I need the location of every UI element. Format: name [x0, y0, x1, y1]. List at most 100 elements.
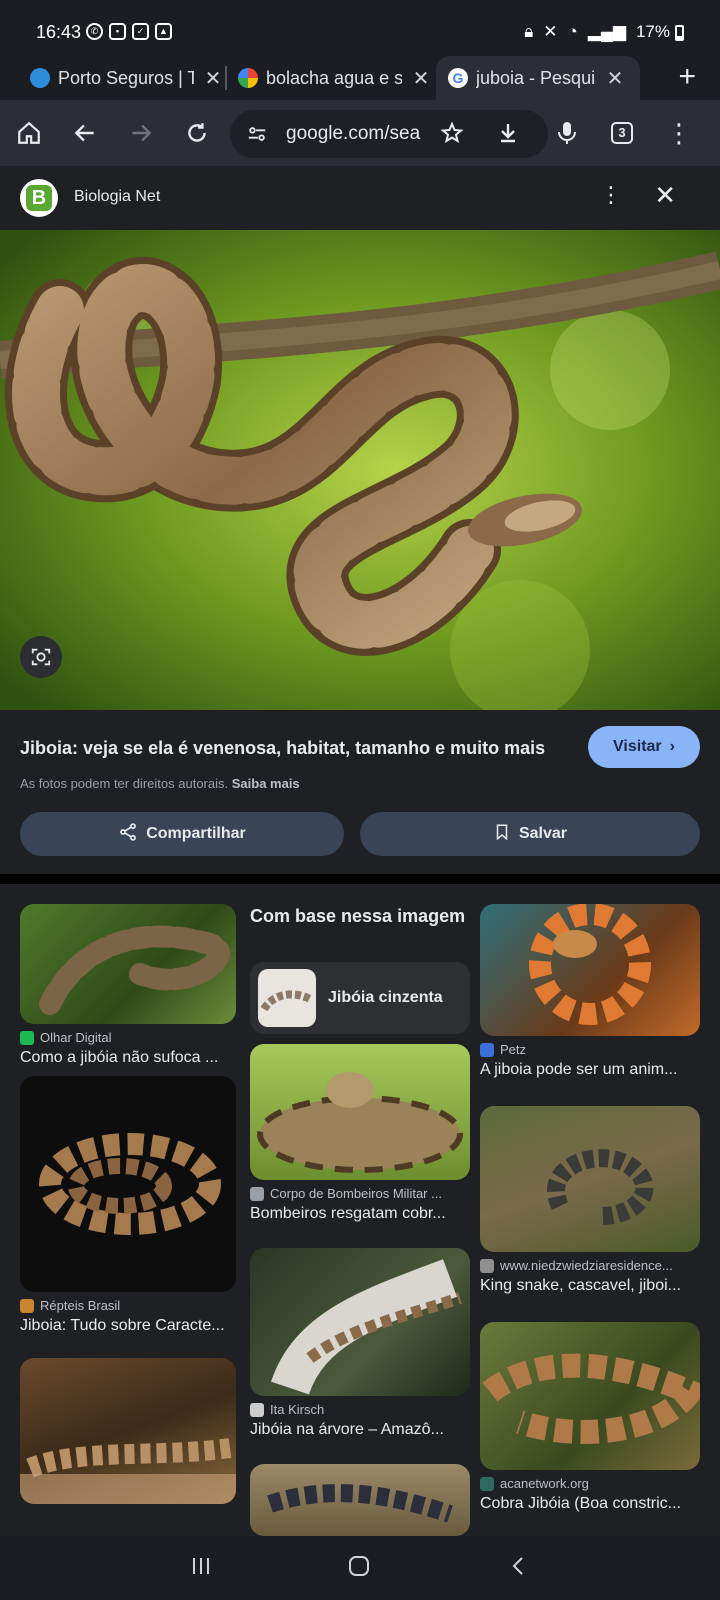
gallery-icon: ▲	[155, 23, 172, 40]
back-icon[interactable]	[70, 118, 100, 148]
tab-title: Porto Seguros | Tí	[58, 67, 194, 88]
tab-title: juboia - Pesquisa	[476, 67, 596, 88]
result-title: King snake, cascavel, jiboi...	[480, 1277, 681, 1294]
check-icon: ✓	[132, 23, 149, 40]
system-navigation-bar	[0, 1536, 720, 1600]
result-thumbnail[interactable]	[250, 1248, 470, 1396]
snake-main-image[interactable]	[0, 230, 720, 710]
result-card[interactable]: Répteis Brasil Jiboia: Tudo sobre Caract…	[20, 1076, 236, 1335]
close-tab-icon[interactable]: ✕	[202, 66, 224, 91]
result-card[interactable]: Corpo de Bombeiros Militar ... Bombeiros…	[250, 1044, 470, 1223]
site-favicon-icon	[480, 1042, 494, 1057]
result-thumbnail[interactable]	[250, 1464, 470, 1536]
result-source: Petz	[480, 1042, 700, 1057]
result-card[interactable]: www.niedzwiedziaresidence... King snake,…	[480, 1106, 700, 1295]
notification-icon: ▪	[109, 23, 126, 40]
chip-label: Jibóia cinzenta	[328, 989, 443, 1006]
result-source: www.niedzwiedziaresidence...	[480, 1258, 700, 1273]
back-nav-icon[interactable]	[508, 1552, 530, 1584]
result-source: Ita Kirsch	[250, 1402, 470, 1417]
result-source: acanetwork.org	[480, 1476, 700, 1491]
learn-more-link[interactable]: Saiba mais	[232, 776, 300, 791]
visit-button[interactable]: Visitar ›	[588, 726, 700, 768]
tab-bolacha[interactable]: bolacha agua e sa ✕	[238, 56, 432, 100]
whatsapp-icon: ✆	[86, 23, 103, 40]
image-caption[interactable]: Jiboia: veja se ela é venenosa, habitat,…	[20, 738, 580, 759]
site-favicon-icon	[250, 1402, 264, 1417]
chevron-right-icon: ›	[669, 738, 675, 755]
result-card[interactable]: Olhar Digital Como a jibóia não sufoca .…	[20, 904, 236, 1067]
site-favicon-icon	[20, 1030, 34, 1045]
result-title: A jiboia pode ser um anim...	[480, 1061, 678, 1078]
result-card[interactable]: Petz A jiboia pode ser um anim...	[480, 904, 700, 1079]
status-left-icons: ✆ ▪ ✓ ▲	[86, 23, 172, 40]
lock-icon: 🔒︎	[524, 22, 534, 41]
result-thumbnail[interactable]	[20, 1358, 236, 1504]
result-source: Répteis Brasil	[20, 1298, 236, 1313]
result-title: Jiboia: Tudo sobre Caracte...	[20, 1317, 225, 1334]
save-button[interactable]: Salvar	[360, 812, 700, 856]
site-favicon-icon	[250, 1186, 264, 1201]
tab-switcher-button[interactable]: 3	[607, 118, 637, 148]
site-settings-icon[interactable]	[246, 123, 268, 150]
chip-thumbnail	[258, 969, 316, 1027]
browser-toolbar: google.com/sea 3 ⋮	[0, 100, 720, 166]
image-viewer-panel: B Biologia Net ⋮ ✕	[0, 166, 720, 876]
result-thumbnail[interactable]	[250, 1044, 470, 1180]
status-time: 16:43	[36, 22, 82, 42]
copyright-notice: As fotos podem ter direitos autorais. Sa…	[20, 776, 300, 791]
close-viewer-icon[interactable]: ✕	[654, 180, 676, 211]
mute-icon: ✕	[543, 22, 558, 41]
based-on-image-heading: Com base nessa imagem	[250, 906, 466, 926]
result-title: Como a jibóia não sufoca ...	[20, 1049, 219, 1066]
tab-porto-seguros[interactable]: Porto Seguros | Tí ✕	[30, 56, 224, 100]
address-bar[interactable]: google.com/sea	[230, 110, 548, 158]
result-thumbnail[interactable]	[20, 1076, 236, 1292]
more-options-icon[interactable]: ⋮	[600, 182, 622, 208]
home-nav-icon[interactable]	[348, 1552, 370, 1584]
download-icon[interactable]	[496, 121, 520, 150]
section-divider	[0, 874, 720, 884]
google-favicon-icon: G	[448, 68, 468, 88]
url-text: google.com/sea	[286, 123, 421, 144]
tab-strip: Porto Seguros | Tí ✕ bolacha agua e sa ✕…	[0, 56, 720, 102]
source-name: Biologia Net	[74, 188, 161, 205]
site-favicon-icon	[480, 1258, 494, 1273]
wifi-icon: ◔	[567, 22, 578, 41]
bookmark-star-icon[interactable]	[440, 121, 464, 150]
result-thumbnail[interactable]	[480, 1322, 700, 1470]
new-tab-icon[interactable]: +	[678, 62, 696, 92]
chrome-favicon-icon	[238, 68, 258, 88]
share-button[interactable]: Compartilhar	[20, 812, 344, 856]
home-icon[interactable]	[14, 118, 44, 148]
overflow-menu-icon[interactable]: ⋮	[664, 118, 694, 148]
result-title: Bombeiros resgatam cobr...	[250, 1205, 446, 1222]
google-lens-button[interactable]	[20, 636, 62, 678]
forward-icon[interactable]	[126, 118, 156, 148]
tab-juboia[interactable]: G juboia - Pesquisa ✕	[436, 56, 640, 100]
status-bar: 16:43 ✆ ▪ ✓ ▲ 🔒︎ ✕ ◔ ▂▄▆ 17%	[0, 0, 720, 60]
result-card[interactable]	[250, 1464, 470, 1536]
battery-icon	[675, 25, 684, 41]
cloud-favicon-icon	[30, 68, 50, 88]
result-thumbnail[interactable]	[480, 904, 700, 1036]
result-card[interactable]	[20, 1358, 236, 1504]
result-source: Olhar Digital	[20, 1030, 236, 1045]
tab-count: 3	[611, 122, 633, 144]
signal-icon: ▂▄▆	[587, 22, 626, 41]
related-images-grid: Olhar Digital Como a jibóia não sufoca .…	[0, 884, 720, 1536]
result-thumbnail[interactable]	[20, 904, 236, 1024]
result-thumbnail[interactable]	[480, 1106, 700, 1252]
recent-apps-icon[interactable]	[190, 1552, 212, 1584]
reload-icon[interactable]	[182, 118, 212, 148]
close-tab-icon[interactable]: ✕	[410, 66, 432, 91]
result-title: Jibóia na árvore – Amazô...	[250, 1421, 444, 1438]
close-tab-icon[interactable]: ✕	[604, 66, 626, 91]
microphone-icon[interactable]	[552, 118, 582, 148]
result-card[interactable]: Ita Kirsch Jibóia na árvore – Amazô...	[250, 1248, 470, 1439]
status-right-icons: 🔒︎ ✕ ◔ ▂▄▆ 17%	[524, 22, 670, 42]
suggestion-chip-jiboia-cinzenta[interactable]: Jibóia cinzenta	[250, 962, 470, 1034]
source-header: B Biologia Net ⋮ ✕	[0, 166, 720, 228]
result-card[interactable]: acanetwork.org Cobra Jibóia (Boa constri…	[480, 1322, 700, 1513]
battery-percent: 17%	[635, 22, 670, 41]
